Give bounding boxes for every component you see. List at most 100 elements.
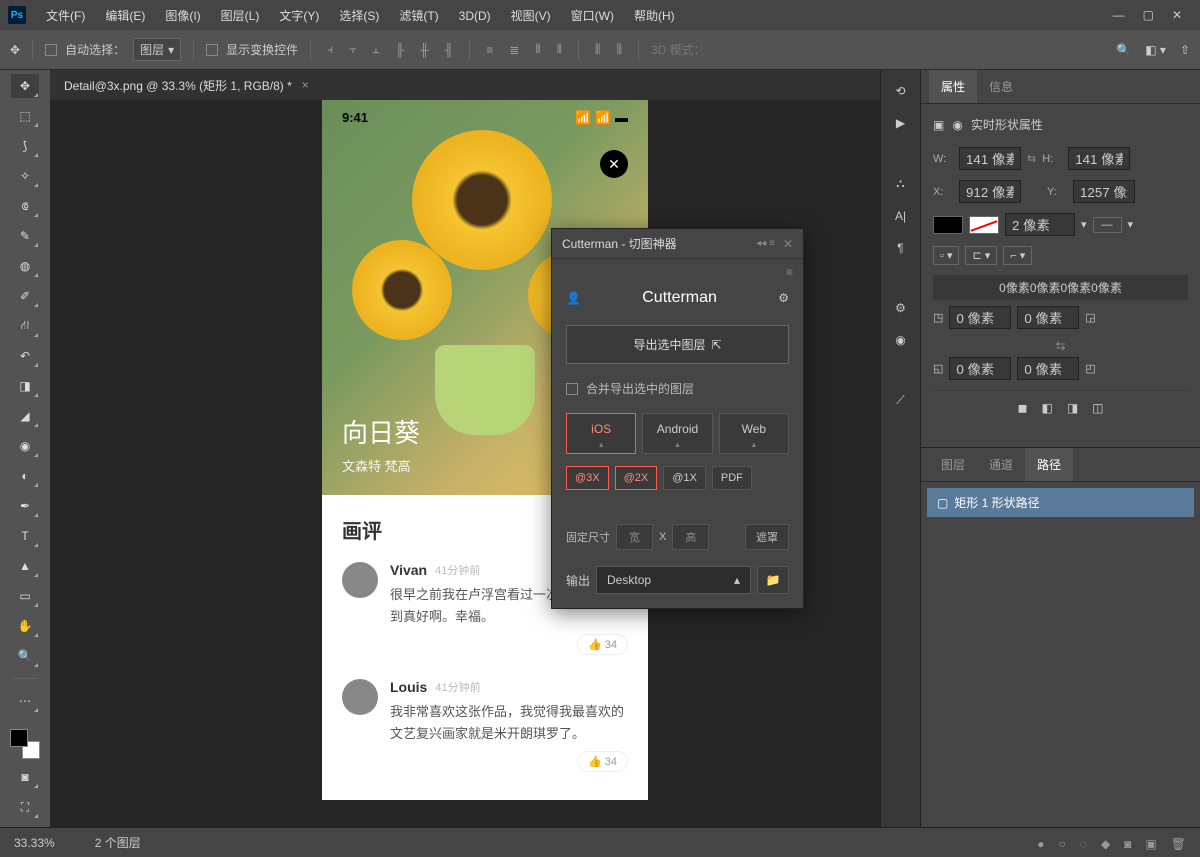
zoom-level[interactable]: 33.33% [14,836,55,850]
quickmask-tool[interactable]: ◙ [11,765,39,789]
brush-panel-icon[interactable]: ⟋ [896,393,904,408]
link-icon[interactable]: ⇆ [1027,152,1036,165]
scale-@2X[interactable]: @2X [615,466,658,490]
history-brush-tool[interactable]: ↶ [11,344,39,368]
stamp-tool[interactable]: ⛙ [11,314,39,338]
layer-dropdown[interactable]: 图层 ▾ [133,38,181,61]
minimize-button[interactable]: — [1113,8,1125,22]
status-icon[interactable]: ▣ [1145,837,1156,851]
stroke-style-dropdown[interactable]: ▾ [1081,218,1087,231]
height-box[interactable]: 高 [672,524,709,550]
eyedropper-tool[interactable]: ✎ [11,224,39,248]
adjustments-icon[interactable]: ⚙ [895,301,906,315]
status-icon[interactable]: ◆ [1101,837,1110,851]
share-icon[interactable]: ⇧ [1180,43,1190,57]
menu-item[interactable]: 3D(D) [449,9,501,23]
lasso-tool[interactable]: ⟆ [11,134,39,158]
tab-channels[interactable]: 通道 [977,448,1025,481]
history-icon[interactable]: ⟲ [895,84,905,98]
tab-info[interactable]: 信息 [977,70,1025,103]
menu-item[interactable]: 图层(L) [211,9,270,23]
libraries-icon[interactable]: ◉ [895,333,905,347]
play-icon[interactable]: ▶ [896,116,905,130]
stroke-corners[interactable]: ⌐ ▾ [1003,246,1032,265]
menu-item[interactable]: 文件(F) [36,9,95,23]
align-icon[interactable]: ╢ [441,39,458,61]
move-tool[interactable]: ✥ [11,74,39,98]
tab-properties[interactable]: 属性 [929,70,977,103]
wand-tool[interactable]: ✧ [11,164,39,188]
folder-button[interactable]: 📁 [757,566,789,594]
document-tab[interactable]: Detail@3x.png @ 33.3% (矩形 1, RGB/8) * × [50,70,920,100]
align-icon[interactable]: ⫞ [323,38,337,61]
color-swatches[interactable] [10,729,40,759]
align-icon[interactable]: ╫ [416,39,433,61]
platform-ios[interactable]: iOS▴ [566,413,636,454]
edit-toolbar[interactable]: ⋯ [11,689,39,713]
distribute-icon[interactable]: ⦀ [553,38,566,61]
heal-tool[interactable]: ◍ [11,254,39,278]
path-item[interactable]: ▢矩形 1 形状路径 [927,488,1194,517]
crop-tool[interactable]: ⟃ [11,194,39,218]
align-icon[interactable]: ⫟ [345,38,360,61]
gear-icon[interactable]: ⚙ [778,291,789,305]
fill-swatch[interactable] [933,216,963,234]
scale-@1X[interactable]: @1X [663,466,706,490]
stroke-swatch[interactable] [969,216,999,234]
paragraph-icon[interactable]: ¶ [897,241,903,255]
height-input[interactable] [1068,147,1130,170]
type-tool[interactable]: T [11,524,39,548]
char-panel-icon[interactable]: A| [895,209,906,223]
platform-android[interactable]: Android▴ [642,413,712,454]
corner-br-input[interactable] [1017,357,1079,380]
tab-paths[interactable]: 路径 [1025,448,1073,481]
menu-item[interactable]: 文字(Y) [269,9,329,23]
path-select-tool[interactable]: ▲ [11,554,39,578]
merge-checkbox[interactable] [566,383,578,395]
distribute-icon[interactable]: ≣ [505,39,523,61]
status-icon[interactable]: ◙ [1124,837,1131,851]
status-icon[interactable]: ○ [1059,837,1066,851]
pathop-icon[interactable]: ◼ [1018,401,1028,415]
search-icon[interactable]: 🔍 [1116,43,1131,57]
x-input[interactable] [959,180,1021,203]
dodge-tool[interactable]: ◐ [11,464,39,488]
mask-button[interactable]: 遮罩 [745,524,789,550]
platform-web[interactable]: Web▴ [719,413,789,454]
pathop-icon[interactable]: ◫ [1092,401,1103,415]
stroke-caps[interactable]: ⊏ ▾ [965,246,997,265]
output-select[interactable]: Desktop▴ [596,566,751,594]
close-icon[interactable]: × [302,78,309,92]
stroke-align[interactable]: ▫ ▾ [933,246,959,265]
menu-item[interactable]: 选择(S) [329,9,389,23]
eraser-tool[interactable]: ◨ [11,374,39,398]
width-box[interactable]: 宽 [616,524,653,550]
scale-PDF[interactable]: PDF [712,466,752,490]
export-button[interactable]: 导出选中图层 ⇱ [566,325,789,364]
distribute-icon[interactable]: ⦀ [531,38,544,61]
menu-item[interactable]: 窗口(W) [561,9,624,23]
y-input[interactable] [1073,180,1135,203]
workspace-icon[interactable]: ◧ ▾ [1145,43,1166,57]
zoom-tool[interactable]: 🔍 [11,644,39,668]
trash-icon[interactable]: 🗑 [1171,837,1186,851]
gradient-tool[interactable]: ◢ [11,404,39,428]
rectangle-tool[interactable]: ▭ [11,584,39,608]
panel-collapse-icon[interactable]: ◂◂ ≡ [756,238,775,249]
character-icon[interactable]: ⛬ [896,176,904,191]
status-icon[interactable]: ◌ [1080,837,1087,851]
distribute-icon[interactable]: ⫼ [612,38,626,61]
menu-item[interactable]: 图像(I) [155,9,210,23]
pen-tool[interactable]: ✒ [11,494,39,518]
width-input[interactable] [959,147,1021,170]
align-icon[interactable]: ⫠ [368,38,383,61]
pathop-icon[interactable]: ◧ [1041,401,1052,415]
status-icon[interactable]: ● [1037,837,1044,851]
corner-bl-input[interactable] [949,357,1011,380]
screenmode-tool[interactable]: ⛶ [11,795,39,819]
user-icon[interactable]: 👤 [566,291,581,305]
menu-item[interactable]: 编辑(E) [95,9,155,23]
corner-tl-input[interactable] [949,306,1011,329]
maximize-button[interactable]: ▢ [1143,8,1154,22]
stroke-width-input[interactable] [1005,213,1075,236]
